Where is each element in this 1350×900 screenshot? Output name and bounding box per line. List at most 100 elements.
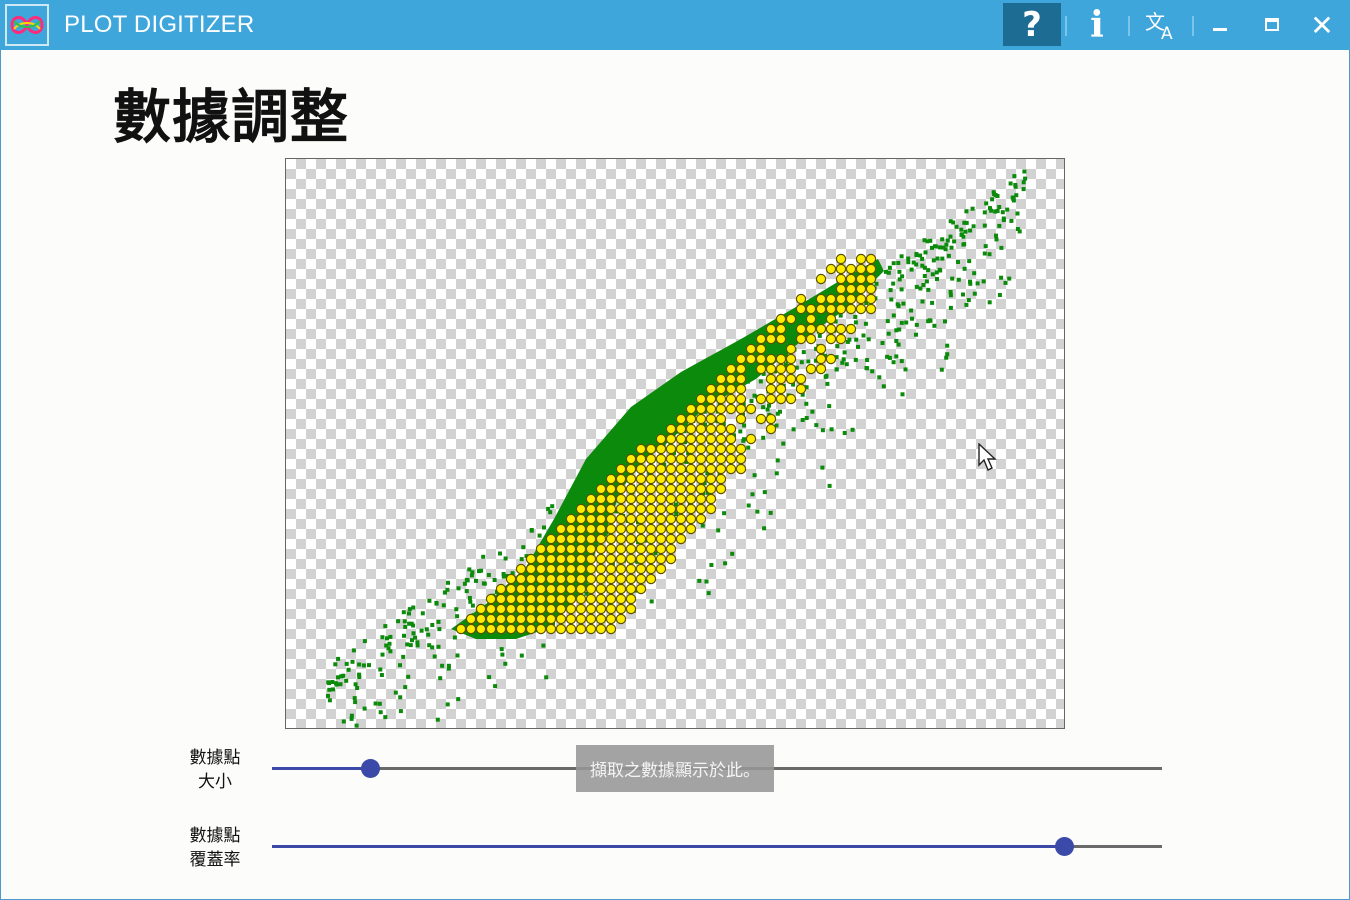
scatter-point (706, 591, 711, 596)
extracted-point (825, 293, 837, 305)
extracted-point (765, 393, 777, 405)
scatter-point (956, 277, 961, 282)
extracted-point (605, 543, 617, 555)
scatter-point (529, 528, 534, 533)
extracted-point (755, 353, 767, 365)
scatter-point (351, 648, 356, 653)
scatter-point (402, 633, 406, 638)
scatter-point (959, 227, 964, 232)
extracted-point (635, 583, 647, 595)
extracted-point (815, 363, 827, 375)
extracted-point (745, 353, 757, 365)
extracted-point (725, 403, 737, 415)
extracted-point (495, 583, 507, 595)
extracted-point (685, 513, 697, 525)
extracted-point (765, 323, 777, 335)
extracted-point (595, 533, 607, 545)
scatter-point (863, 321, 868, 326)
scatter-point (730, 551, 735, 556)
extracted-point (595, 523, 607, 535)
scatter-point (542, 525, 546, 530)
title-bar[interactable]: PLOT DIGITIZER ? i 文 A ✕ (0, 0, 1350, 50)
extracted-point (575, 503, 587, 515)
scatter-point (972, 291, 977, 296)
extracted-point (845, 273, 857, 285)
extracted-point (755, 363, 767, 375)
point-size-slider-thumb[interactable] (360, 759, 380, 778)
translate-button[interactable]: 文 A (1140, 4, 1184, 46)
extracted-point (705, 443, 717, 455)
extracted-point (785, 353, 797, 365)
extracted-point (655, 563, 667, 575)
scatter-point (750, 492, 755, 497)
scatter-point (903, 367, 908, 372)
extracted-point (805, 313, 817, 325)
scatter-point (383, 715, 388, 720)
scatter-point (749, 399, 754, 403)
scatter-point (768, 510, 773, 515)
scatter-point (519, 653, 524, 658)
scatter-point (900, 392, 905, 397)
extracted-point (615, 483, 627, 495)
scatter-point (700, 523, 705, 528)
scatter-point (906, 256, 911, 261)
extracted-point (625, 483, 637, 495)
scatter-point (462, 581, 467, 586)
extracted-point (575, 543, 587, 555)
extracted-point (615, 533, 627, 545)
extracted-point (685, 433, 697, 445)
extracted-point (625, 513, 637, 525)
extracted-point (535, 543, 547, 555)
scatter-point (853, 314, 858, 319)
scatter-point (738, 429, 743, 434)
extracted-point (605, 493, 617, 505)
scatter-point (362, 706, 367, 711)
scatter-point (341, 719, 346, 724)
scatter-point (436, 619, 441, 624)
info-button[interactable]: i (1078, 4, 1116, 46)
scatter-point (949, 245, 954, 250)
scatter-point (630, 448, 635, 453)
scatter-point (1001, 218, 1006, 223)
scatter-point (649, 599, 654, 604)
point-coverage-slider[interactable] (272, 837, 1162, 856)
point-coverage-label: 數據點 覆蓋率 (175, 824, 255, 872)
extracted-point (525, 603, 537, 615)
extracted-point (705, 413, 717, 425)
scatter-point (406, 674, 411, 679)
scatter-point (379, 673, 384, 677)
scatter-point (537, 533, 542, 538)
extracted-point (725, 383, 737, 395)
extracted-point (585, 533, 597, 545)
extracted-point (735, 443, 747, 455)
extracted-point (665, 423, 677, 435)
scatter-point (500, 652, 505, 657)
extracted-point (685, 403, 697, 415)
scatter-point (427, 598, 432, 603)
extracted-point (615, 573, 627, 585)
extracted-point (565, 543, 577, 555)
minimize-button[interactable] (1202, 4, 1238, 46)
extracted-point (585, 573, 597, 585)
plot-canvas[interactable] (285, 158, 1065, 729)
extracted-point (825, 323, 837, 335)
extracted-point (665, 473, 677, 485)
close-button[interactable]: ✕ (1304, 4, 1340, 46)
extracted-point (555, 623, 567, 635)
extracted-point (545, 603, 557, 615)
scatter-point (411, 605, 416, 610)
scatter-point (995, 194, 1000, 198)
extracted-point (585, 553, 597, 565)
extracted-point (845, 303, 857, 315)
extracted-point (565, 623, 577, 635)
point-coverage-slider-thumb[interactable] (1055, 837, 1075, 856)
scatter-point (799, 360, 804, 365)
scatter-point (966, 298, 971, 303)
maximize-button[interactable] (1254, 4, 1290, 46)
scatter-point (474, 578, 478, 583)
extracted-point (865, 293, 877, 305)
scatter-point (914, 332, 918, 337)
help-button[interactable]: ? (1003, 3, 1061, 46)
extracted-point (685, 523, 697, 535)
scatter-point (435, 717, 440, 722)
